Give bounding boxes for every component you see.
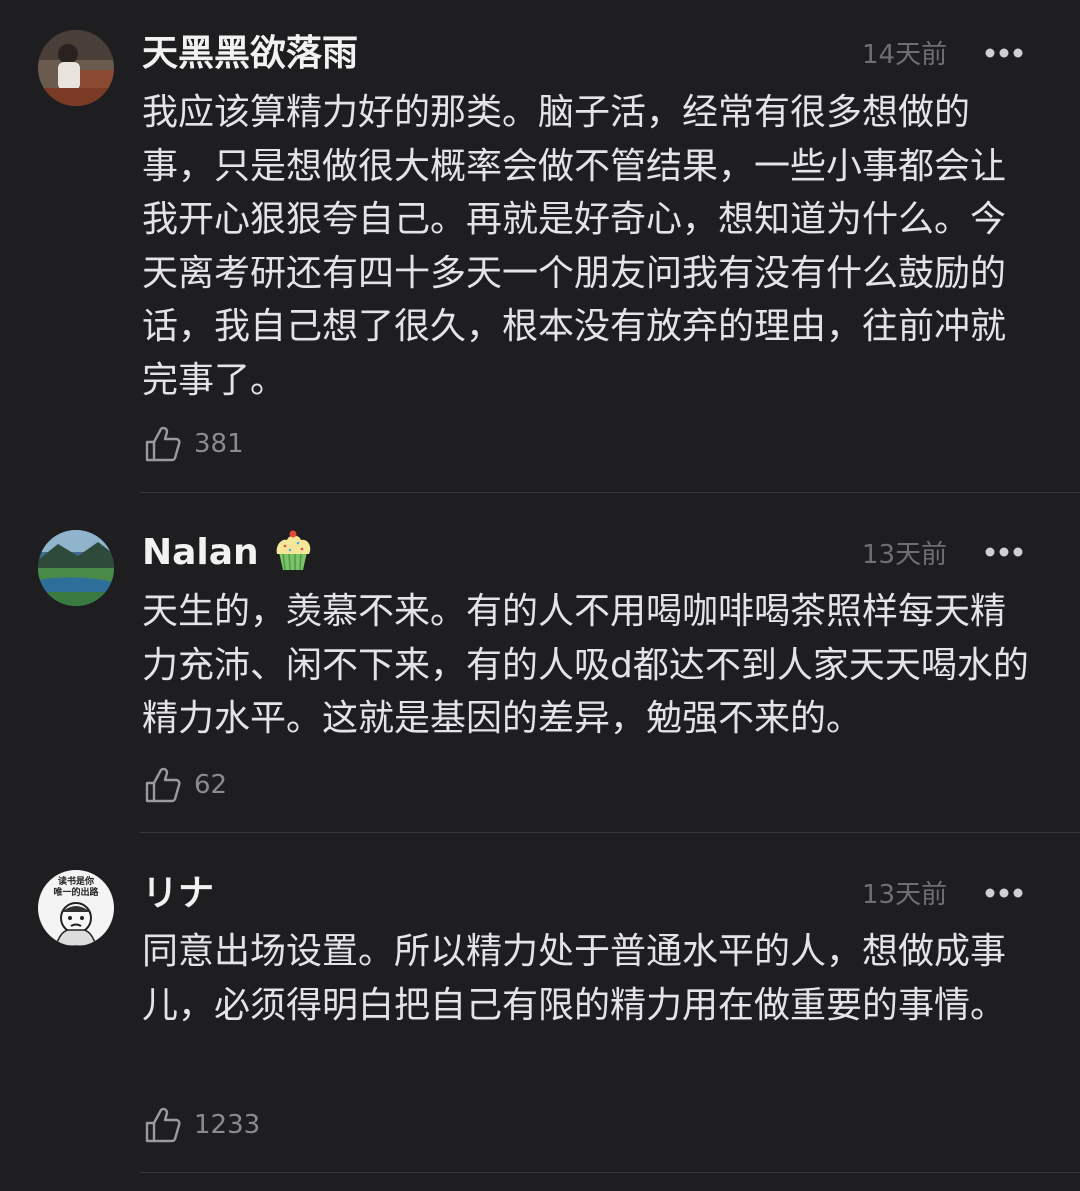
comment-text: 天生的，羡慕不来。有的人不用喝咖啡喝茶照样每天精力充沛、闲不下来，有的人吸d都达… — [142, 591, 1029, 739]
avatar[interactable] — [38, 530, 114, 606]
person-photo-avatar-icon — [38, 30, 114, 106]
svg-text:唯一的出路: 唯一的出路 — [53, 886, 99, 898]
divider — [140, 492, 1080, 493]
username[interactable]: リナ — [142, 872, 214, 916]
more-options-icon[interactable] — [984, 47, 1024, 59]
timestamp: 14天前 — [862, 40, 948, 70]
timestamp: 13天前 — [862, 540, 948, 570]
comment-text: 同意出场设置。所以精力处于普通水平的人，想做成事儿，必须得明白把自己有限的精力用… — [142, 931, 1007, 1026]
like-count: 381 — [194, 429, 244, 459]
avatar[interactable]: 读书是你 唯一的出路 — [38, 870, 114, 946]
thumbs-up-icon — [145, 1107, 181, 1143]
comment-text: 我应该算精力好的那类。脑子活，经常有很多想做的事，只是想做很大概率会做不管结果，… — [142, 92, 1007, 401]
like-count: 1233 — [194, 1110, 261, 1140]
cartoon-meme-avatar-icon: 读书是你 唯一的出路 — [38, 870, 114, 946]
more-options-icon[interactable] — [984, 887, 1024, 899]
divider — [140, 1172, 1080, 1173]
more-options-icon[interactable] — [984, 546, 1024, 558]
username-text: Nalan — [142, 532, 259, 573]
divider — [140, 832, 1080, 833]
like-button[interactable]: 62 — [144, 765, 227, 805]
timestamp: 13天前 — [862, 880, 948, 910]
like-button[interactable]: 381 — [144, 424, 244, 464]
like-button[interactable]: 1233 — [144, 1105, 260, 1145]
landscape-avatar-icon — [38, 530, 114, 606]
like-count: 62 — [194, 770, 228, 800]
avatar[interactable] — [38, 30, 114, 106]
cupcake-icon — [276, 530, 310, 571]
username[interactable]: 天黑黑欲落雨 — [142, 32, 358, 76]
svg-text:读书是你: 读书是你 — [58, 875, 94, 887]
thumbs-up-icon — [145, 767, 181, 803]
username[interactable]: Nalan — [142, 530, 315, 576]
thumbs-up-icon — [145, 426, 181, 462]
